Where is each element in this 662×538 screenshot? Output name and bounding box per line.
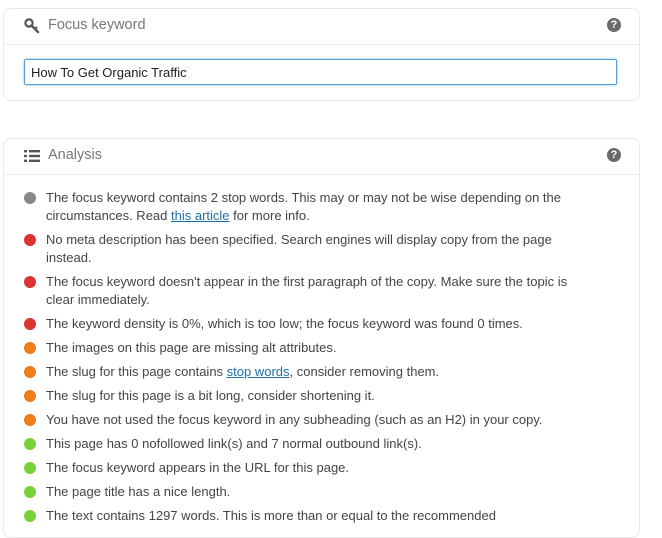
result-text: The focus keyword appears in the URL for… <box>46 460 350 475</box>
result-text: The images on this page are missing alt … <box>46 340 337 355</box>
result-text: The slug for this page is a bit long, co… <box>46 388 375 403</box>
analysis-result-item: The text contains 1297 words. This is mo… <box>24 507 584 525</box>
result-text: The focus keyword doesn't appear in the … <box>46 274 568 307</box>
analysis-result-item: You have not used the focus keyword in a… <box>24 411 584 429</box>
status-ok-bullet-icon <box>24 390 36 402</box>
focus-keyword-header: Focus keyword ? <box>4 9 639 45</box>
analysis-result-item: This page has 0 nofollowed link(s) and 7… <box>24 435 584 453</box>
help-icon[interactable]: ? <box>607 148 621 162</box>
result-text: The page title has a nice length. <box>46 484 231 499</box>
analysis-result-item: The slug for this page contains stop wor… <box>24 363 584 381</box>
status-good-bullet-icon <box>24 438 36 450</box>
result-text: No meta description has been specified. … <box>46 232 552 265</box>
result-link[interactable]: this article <box>171 208 230 223</box>
analysis-result-item: The keyword density is 0%, which is too … <box>24 315 584 333</box>
status-na-bullet-icon <box>24 192 36 204</box>
analysis-header: Analysis ? <box>4 139 639 175</box>
analysis-results-list: The focus keyword contains 2 stop words.… <box>24 189 584 531</box>
status-good-bullet-icon <box>24 510 36 522</box>
focus-keyword-input[interactable] <box>24 59 617 85</box>
key-icon <box>24 18 40 34</box>
result-text: This page has 0 nofollowed link(s) and 7… <box>46 436 422 451</box>
status-bad-bullet-icon <box>24 318 36 330</box>
result-text: The slug for this page contains <box>46 364 227 379</box>
help-icon[interactable]: ? <box>607 18 621 32</box>
result-text: The keyword density is 0%, which is too … <box>46 316 523 331</box>
result-text-after: , consider removing them. <box>289 364 440 379</box>
status-bad-bullet-icon <box>24 234 36 246</box>
status-ok-bullet-icon <box>24 342 36 354</box>
status-bad-bullet-icon <box>24 276 36 288</box>
analysis-result-item: The focus keyword appears in the URL for… <box>24 459 584 477</box>
status-ok-bullet-icon <box>24 366 36 378</box>
result-link[interactable]: stop words <box>227 364 290 379</box>
list-icon <box>24 150 40 162</box>
result-text-after: for more info. <box>229 208 310 223</box>
analysis-result-item: The focus keyword contains 2 stop words.… <box>24 189 584 225</box>
result-text: You have not used the focus keyword in a… <box>46 412 543 427</box>
analysis-result-item: The page title has a nice length. <box>24 483 584 501</box>
analysis-panel: Analysis ? The focus keyword contains 2 … <box>3 138 640 538</box>
status-ok-bullet-icon <box>24 414 36 426</box>
analysis-result-item: The images on this page are missing alt … <box>24 339 584 357</box>
status-good-bullet-icon <box>24 462 36 474</box>
focus-keyword-panel: Focus keyword ? <box>3 8 640 101</box>
analysis-result-item: The focus keyword doesn't appear in the … <box>24 273 584 309</box>
analysis-result-item: No meta description has been specified. … <box>24 231 584 267</box>
focus-keyword-title: Focus keyword <box>48 17 146 33</box>
status-good-bullet-icon <box>24 486 36 498</box>
analysis-title: Analysis <box>48 147 102 163</box>
analysis-result-item: The slug for this page is a bit long, co… <box>24 387 584 405</box>
